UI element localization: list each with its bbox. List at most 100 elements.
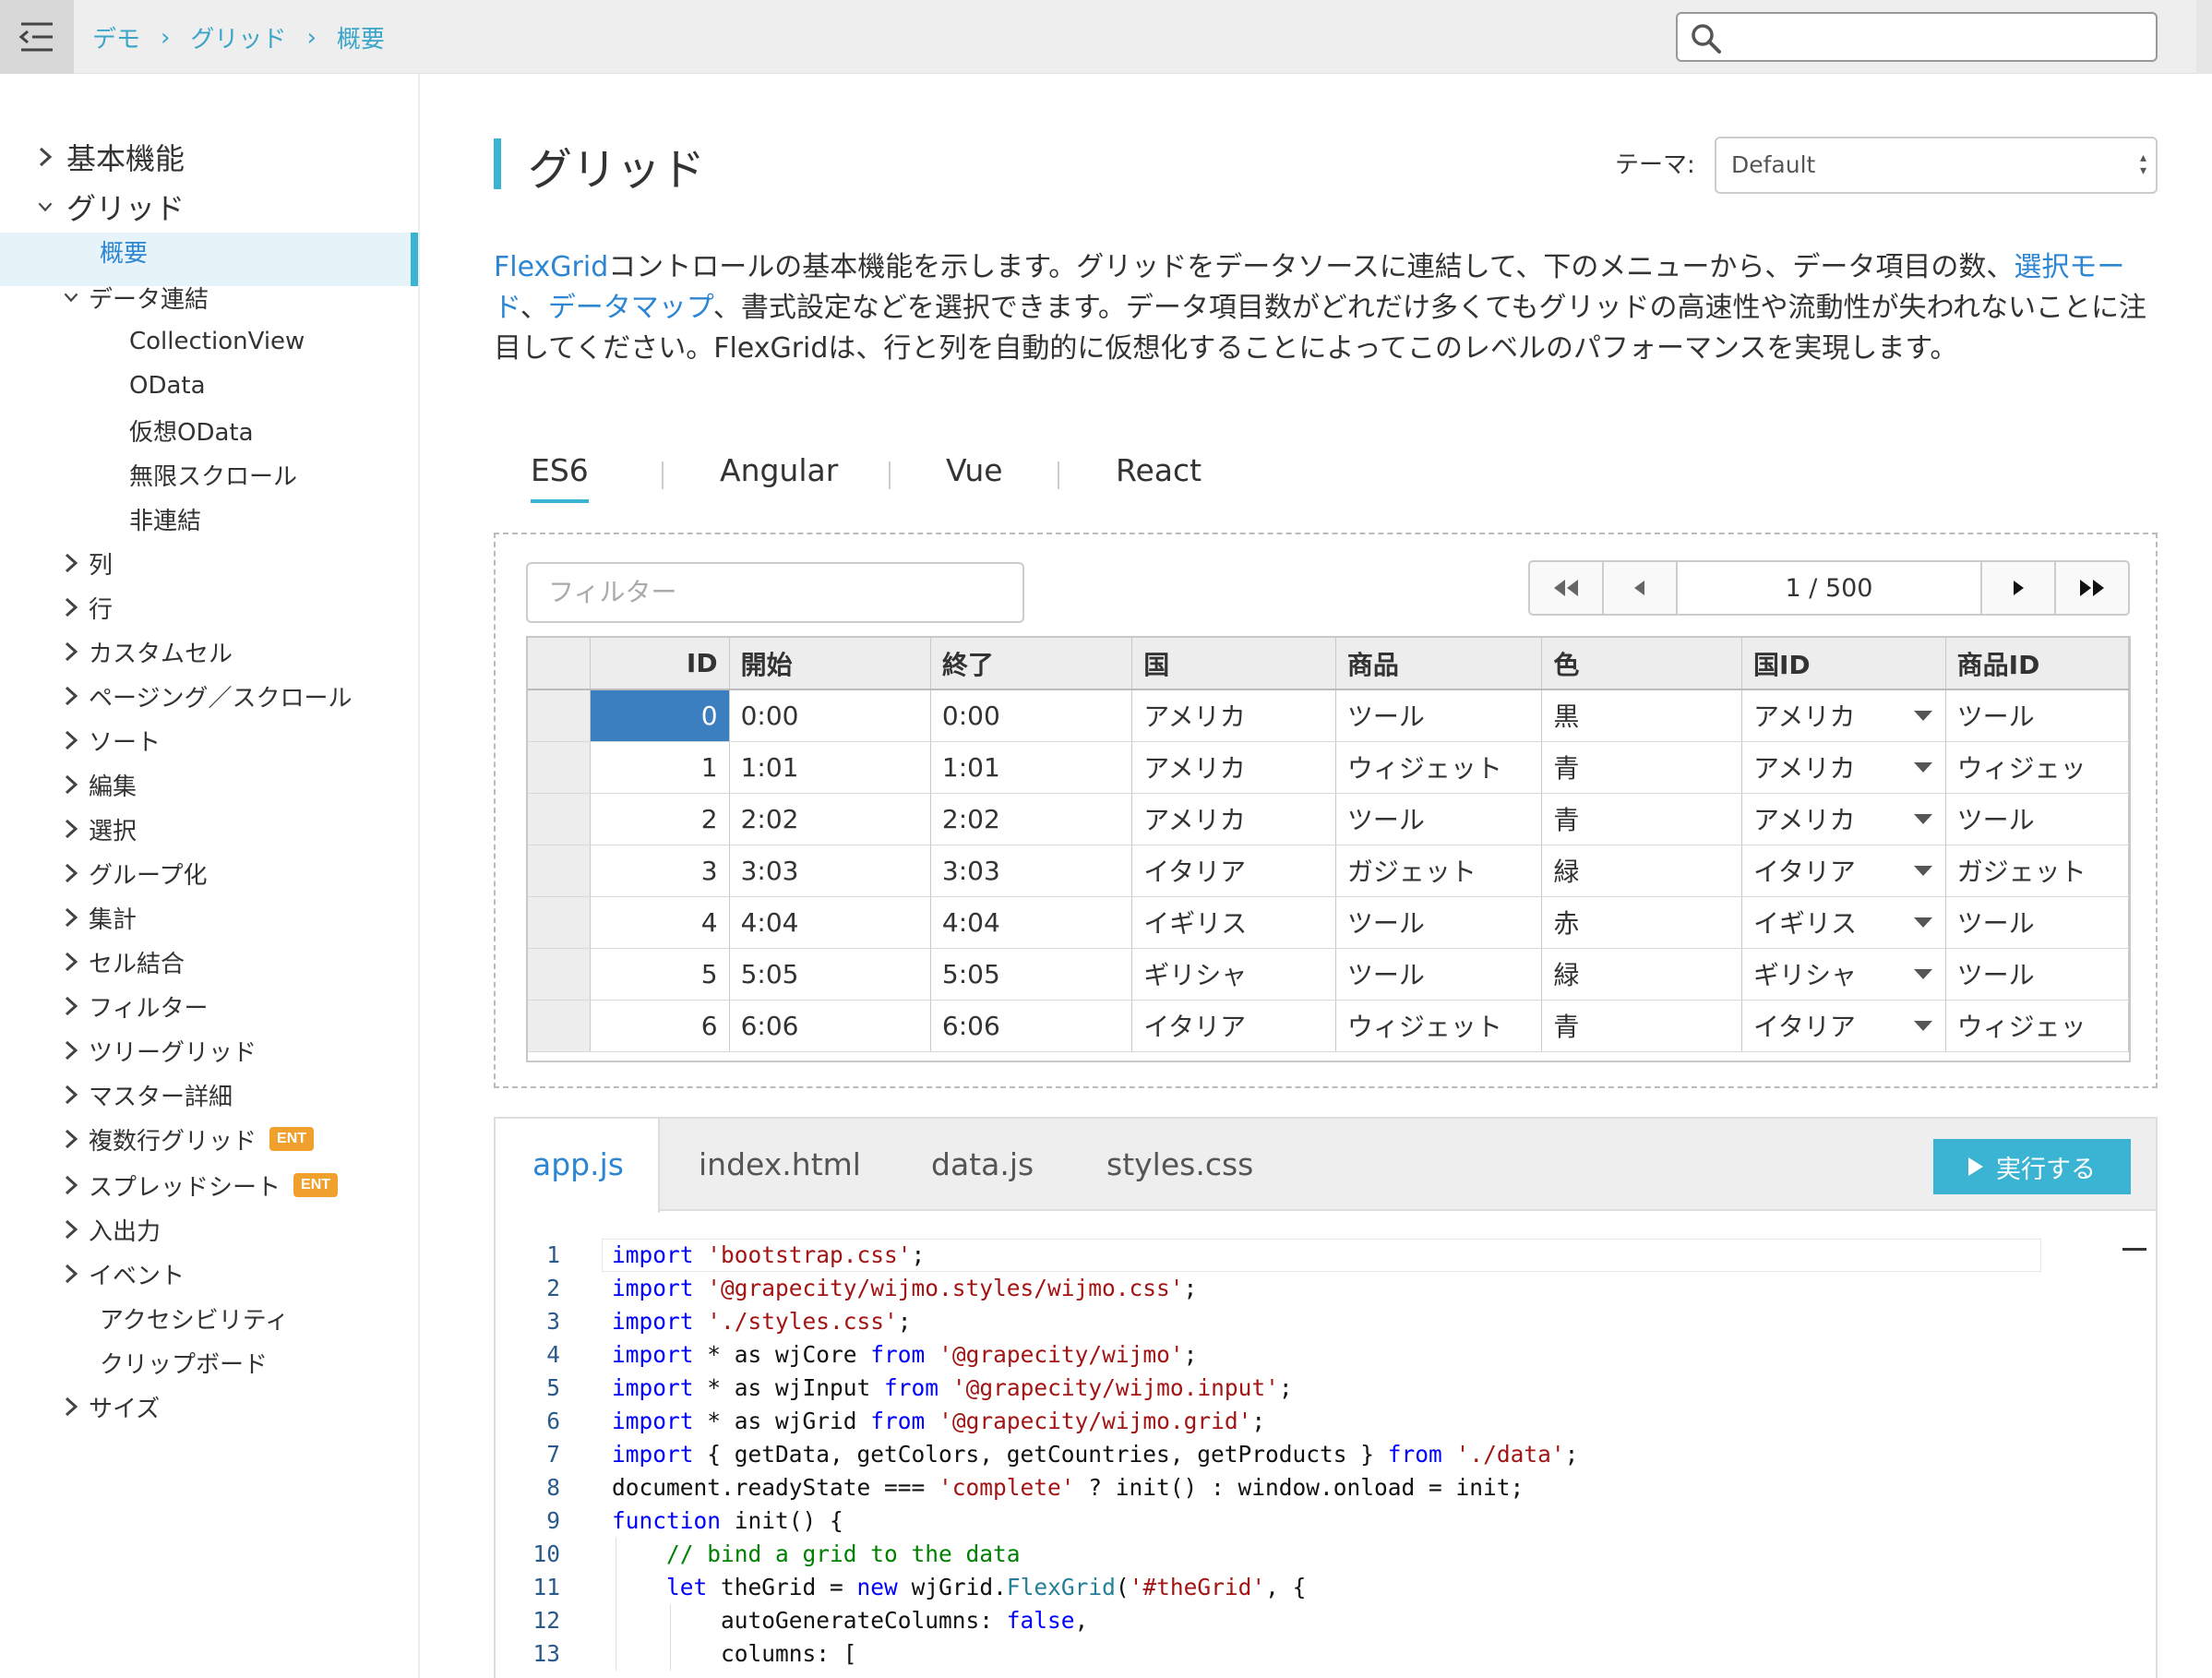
sidebar-item[interactable]: データ連結 bbox=[61, 275, 209, 319]
grid-cell[interactable]: アメリカ bbox=[1741, 689, 1946, 742]
filter-input[interactable]: フィルター bbox=[526, 562, 1024, 623]
grid-cell[interactable]: ガジェット bbox=[1945, 845, 2129, 897]
grid-cell[interactable]: 青 bbox=[1541, 1000, 1742, 1052]
tab-styles-css[interactable]: styles.css bbox=[1106, 1119, 1253, 1211]
dropdown-arrow-icon[interactable] bbox=[1913, 1020, 1932, 1031]
grid-cell[interactable]: 赤 bbox=[1541, 896, 1742, 949]
search-box[interactable] bbox=[1676, 12, 2158, 62]
grid-cell[interactable]: アメリカ bbox=[1131, 793, 1336, 845]
code-editor[interactable]: 1 import 'bootstrap.css'; 2 import '@grapec… bbox=[496, 1239, 2147, 1671]
grid-cell[interactable]: イタリア bbox=[1131, 845, 1336, 897]
grid-cell[interactable]: 3 bbox=[590, 845, 730, 897]
sidebar-item[interactable]: グリッド bbox=[31, 185, 185, 229]
grid-cell[interactable]: 5 bbox=[590, 948, 730, 1001]
grid-cell[interactable]: ツール bbox=[1335, 689, 1543, 742]
column-header[interactable]: 国ID bbox=[1741, 638, 1946, 690]
grid-cell[interactable]: 緑 bbox=[1541, 948, 1742, 1001]
column-header[interactable]: 国 bbox=[1131, 638, 1336, 690]
run-button[interactable]: 実行する bbox=[1933, 1139, 2131, 1194]
grid-cell[interactable]: ツール bbox=[1945, 948, 2129, 1001]
grid-cell[interactable]: 青 bbox=[1541, 793, 1742, 845]
grid-cell[interactable]: 4:04 bbox=[930, 896, 1133, 949]
grid-cell[interactable]: イギリス bbox=[1741, 896, 1946, 949]
sidebar-item[interactable]: ソート bbox=[61, 718, 161, 762]
grid-cell[interactable]: 6 bbox=[590, 1000, 730, 1052]
grid-cell[interactable]: 2 bbox=[590, 793, 730, 845]
grid-cell[interactable]: アメリカ bbox=[1741, 793, 1946, 845]
sidebar-item[interactable]: 非連結 bbox=[129, 497, 201, 541]
grid-cell[interactable]: ツール bbox=[1945, 793, 2129, 845]
grid-cell[interactable]: 4 bbox=[590, 896, 730, 949]
grid-cell[interactable]: ウィジェット bbox=[1335, 741, 1543, 794]
table-row[interactable]: 1 1:01 1:01 アメリカ ウィジェット 青 アメリカ ウィジェッ bbox=[528, 741, 2129, 794]
sidebar-item[interactable]: 基本機能 bbox=[31, 135, 185, 179]
grid-cell[interactable]: ツール bbox=[1945, 689, 2129, 742]
column-header[interactable]: 商品 bbox=[1335, 638, 1543, 690]
grid-top-left-cell[interactable] bbox=[528, 638, 592, 690]
grid-cell[interactable]: 黒 bbox=[1541, 689, 1742, 742]
column-header[interactable]: 商品ID bbox=[1945, 638, 2129, 690]
row-header[interactable] bbox=[528, 845, 592, 897]
grid-cell[interactable]: アメリカ bbox=[1131, 689, 1336, 742]
sidebar-item[interactable]: ツリーグリッド bbox=[61, 1028, 257, 1073]
grid-cell[interactable]: ギリシャ bbox=[1741, 948, 1946, 1001]
grid-cell[interactable]: 0 bbox=[590, 689, 730, 742]
grid-cell[interactable]: 緑 bbox=[1541, 845, 1742, 897]
grid-cell[interactable]: 5:05 bbox=[930, 948, 1133, 1001]
column-header[interactable]: 開始 bbox=[729, 638, 931, 690]
sidebar-item[interactable]: フィルター bbox=[61, 984, 208, 1028]
grid-cell[interactable]: ツール bbox=[1945, 896, 2129, 949]
tab-angular[interactable]: Angular bbox=[720, 452, 838, 488]
first-page-button[interactable] bbox=[1530, 562, 1604, 614]
page-scrollbar[interactable] bbox=[2196, 0, 2212, 74]
prev-page-button[interactable] bbox=[1604, 562, 1678, 614]
tab-vue[interactable]: Vue bbox=[946, 452, 1003, 488]
last-page-button[interactable] bbox=[2054, 562, 2128, 614]
sidebar-item[interactable]: アクセシビリティ bbox=[100, 1296, 289, 1340]
table-row[interactable]: 4 4:04 4:04 イギリス ツール 赤 イギリス ツール bbox=[528, 896, 2129, 949]
breadcrumb-grid[interactable]: グリッド bbox=[190, 20, 286, 54]
grid-cell[interactable]: 3:03 bbox=[930, 845, 1133, 897]
table-row[interactable]: 0 0:00 0:00 アメリカ ツール 黒 アメリカ ツール bbox=[528, 689, 2129, 742]
sidebar-item[interactable]: イベント bbox=[61, 1252, 185, 1296]
grid-cell[interactable]: ガジェット bbox=[1335, 845, 1543, 897]
row-header[interactable] bbox=[528, 793, 592, 845]
sidebar-item[interactable]: CollectionView bbox=[129, 319, 305, 364]
table-row[interactable]: 6 6:06 6:06 イタリア ウィジェット 青 イタリア ウィジェッ bbox=[528, 1000, 2129, 1052]
sidebar-item[interactable]: 無限スクロール bbox=[129, 452, 297, 497]
grid-cell[interactable]: 2:02 bbox=[930, 793, 1133, 845]
grid-cell[interactable]: ツール bbox=[1335, 896, 1543, 949]
next-page-button[interactable] bbox=[1980, 562, 2054, 614]
sidebar-item[interactable]: 列 bbox=[61, 541, 113, 585]
data-map-link[interactable]: データマップ bbox=[548, 292, 713, 324]
grid-cell[interactable]: 5:05 bbox=[729, 948, 931, 1001]
tab-index-html[interactable]: index.html bbox=[699, 1119, 861, 1211]
dropdown-arrow-icon[interactable] bbox=[1913, 711, 1932, 721]
sidebar-item[interactable]: 編集 bbox=[61, 762, 137, 807]
column-header[interactable]: 終了 bbox=[930, 638, 1133, 690]
table-row[interactable]: 3 3:03 3:03 イタリア ガジェット 緑 イタリア ガジェット bbox=[528, 845, 2129, 897]
sidebar-item[interactable]: 仮想OData bbox=[129, 408, 254, 452]
row-header[interactable] bbox=[528, 1000, 592, 1052]
grid-cell[interactable]: イギリス bbox=[1131, 896, 1336, 949]
sidebar-item[interactable]: 入出力 bbox=[61, 1207, 161, 1252]
tab-es6[interactable]: ES6 bbox=[531, 452, 589, 503]
dropdown-arrow-icon[interactable] bbox=[1913, 917, 1932, 928]
grid-cell[interactable]: イタリア bbox=[1741, 845, 1946, 897]
menu-toggle-button[interactable] bbox=[0, 0, 74, 74]
sidebar-item[interactable]: OData bbox=[129, 364, 206, 408]
search-input[interactable] bbox=[1733, 19, 2148, 54]
grid-cell[interactable]: ツール bbox=[1335, 793, 1543, 845]
sidebar-item[interactable]: セル結合 bbox=[61, 940, 185, 984]
sidebar-item[interactable]: 複数行グリッド ENT bbox=[61, 1117, 315, 1161]
grid-cell[interactable]: 1:01 bbox=[729, 741, 931, 794]
sidebar-item[interactable]: マスター詳細 bbox=[61, 1073, 233, 1117]
row-header[interactable] bbox=[528, 741, 592, 794]
grid-cell[interactable]: ウィジェット bbox=[1335, 1000, 1543, 1052]
grid-cell[interactable]: 0:00 bbox=[729, 689, 931, 742]
sidebar-item[interactable]: 概要 bbox=[100, 229, 148, 273]
grid-cell[interactable]: 3:03 bbox=[729, 845, 931, 897]
row-header[interactable] bbox=[528, 948, 592, 1001]
flexgrid[interactable]: ID 開始 終了国商品色国ID 商品ID 0 0:00 0:00 アメリカ ツール黒アメリカツ… bbox=[526, 636, 2131, 1062]
grid-cell[interactable]: イタリア bbox=[1131, 1000, 1336, 1052]
